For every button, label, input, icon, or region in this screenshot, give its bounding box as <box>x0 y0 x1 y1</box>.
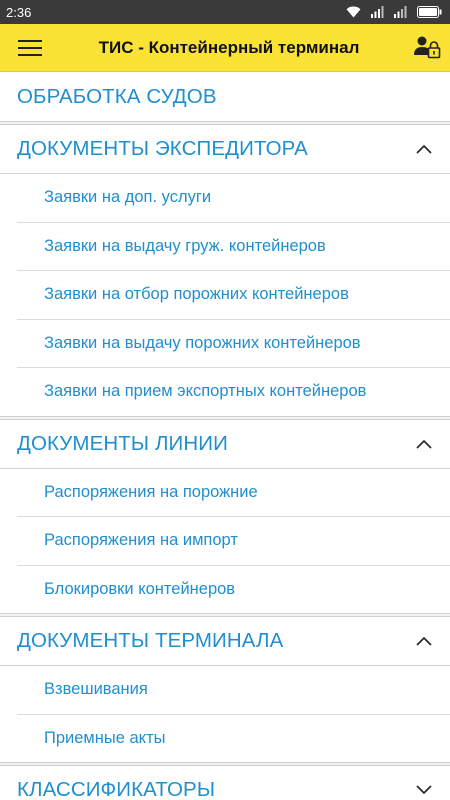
section-terminal-documents[interactable]: ДОКУМЕНТЫ ТЕРМИНАЛА <box>0 617 450 665</box>
list-item[interactable]: Заявки на выдачу порожних контейнеров <box>0 320 450 368</box>
section-title: ДОКУМЕНТЫ ЛИНИИ <box>17 431 228 455</box>
battery-icon <box>417 6 442 18</box>
signal-2-icon <box>394 6 407 18</box>
list-item[interactable]: Взвешивания <box>0 666 450 714</box>
app-bar: ТИС - Контейнерный терминал <box>0 24 450 72</box>
menu-content: ОБРАБОТКА СУДОВ ДОКУМЕНТЫ ЭКСПЕДИТОРА За… <box>0 72 450 800</box>
section-title: ДОКУМЕНТЫ ТЕРМИНАЛА <box>17 629 284 652</box>
list-item[interactable]: Блокировки контейнеров <box>0 566 450 614</box>
status-icons <box>346 6 442 18</box>
section-title: ОБРАБОТКА СУДОВ <box>17 84 217 108</box>
section-classifiers[interactable]: КЛАССИФИКАТОРЫ <box>0 766 450 800</box>
hamburger-menu-icon <box>18 39 42 56</box>
list-item[interactable]: Заявки на выдачу груж. контейнеров <box>0 223 450 271</box>
section-title: ДОКУМЕНТЫ ЭКСПЕДИТОРА <box>17 137 308 160</box>
list-item[interactable]: Приемные акты <box>0 715 450 763</box>
app-title: ТИС - Контейнерный терминал <box>98 37 360 57</box>
chevron-up-icon <box>416 439 432 449</box>
wifi-icon <box>346 6 361 18</box>
chevron-up-icon <box>416 144 432 154</box>
chevron-down-icon <box>416 785 432 795</box>
user-lock-icon <box>414 36 441 58</box>
chevron-up-icon <box>416 636 432 646</box>
list-item[interactable]: Распоряжения на порожние <box>0 469 450 517</box>
list-item[interactable]: Заявки на доп. услуги <box>0 174 450 222</box>
user-lock-button[interactable] <box>404 24 450 72</box>
section-forwarder-documents[interactable]: ДОКУМЕНТЫ ЭКСПЕДИТОРА <box>0 125 450 173</box>
list-item[interactable]: Распоряжения на импорт <box>0 517 450 565</box>
section-title: КЛАССИФИКАТОРЫ <box>17 778 216 800</box>
status-time: 2:36 <box>6 4 32 20</box>
section-line-documents[interactable]: ДОКУМЕНТЫ ЛИНИИ <box>0 419 450 468</box>
menu-button[interactable] <box>0 24 60 72</box>
signal-icon <box>371 6 384 18</box>
section-vessel-processing[interactable]: ОБРАБОТКА СУДОВ <box>0 72 450 121</box>
status-bar: 2:36 <box>0 0 450 24</box>
list-item[interactable]: Заявки на отбор порожних контейнеров <box>0 271 450 319</box>
list-item[interactable]: Заявки на прием экспортных контейнеров <box>0 368 450 416</box>
